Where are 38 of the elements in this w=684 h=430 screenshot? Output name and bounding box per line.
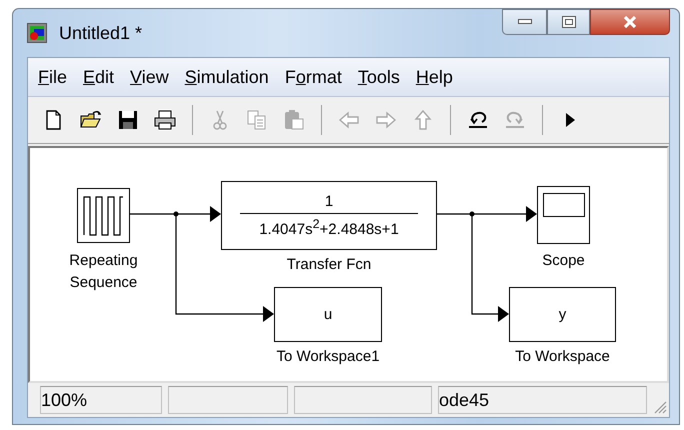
block-label: To Workspace: [515, 348, 610, 365]
block-label: Repeating Sequence: [68, 251, 139, 293]
branch-point: [174, 212, 178, 216]
branch-point: [470, 212, 474, 216]
variable-name: u: [324, 306, 332, 323]
maximize-button[interactable]: [547, 9, 590, 35]
clipboard-icon: [282, 108, 306, 132]
pulse-wave-icon: [83, 196, 124, 236]
block-label: Transfer Fcn: [286, 256, 372, 273]
numerator: 1: [324, 193, 334, 210]
window-title: Untitled1 *: [59, 22, 142, 44]
minimize-button[interactable]: [502, 9, 547, 35]
minimize-icon: [518, 19, 532, 25]
maximize-icon: [562, 16, 576, 28]
resize-grip-icon[interactable]: [653, 400, 667, 414]
to-workspace-block[interactable]: u: [274, 287, 382, 342]
scope-screen-icon: [542, 193, 584, 217]
zoom-level: 100%: [40, 386, 162, 414]
menu-item[interactable]: Edit: [77, 64, 120, 90]
scope-block[interactable]: [537, 186, 590, 244]
block-label: Scope: [542, 252, 585, 269]
close-icon: [622, 15, 638, 29]
variable-name: y: [558, 306, 566, 323]
close-button[interactable]: [590, 9, 670, 35]
to-workspace-block[interactable]: y: [509, 287, 616, 342]
block-label: To Workspace1: [276, 348, 380, 365]
menu-item[interactable]: Format: [278, 64, 348, 90]
printer-icon: [153, 108, 177, 132]
repeating-sequence-block[interactable]: [77, 188, 130, 243]
menu-item[interactable]: Simulation: [178, 64, 275, 90]
menu-item[interactable]: View: [124, 64, 175, 90]
denominator: 1.4047s$^{2}$+2.4848s+1: [259, 217, 399, 238]
solver-name: ode45: [438, 386, 647, 414]
transfer-function-block[interactable]: 1 1.4047s$^{2}$+2.4848s+1: [221, 181, 437, 250]
menu-item[interactable]: Help: [410, 64, 459, 90]
app-icon: [27, 23, 47, 43]
menu-item[interactable]: File: [32, 64, 74, 90]
menu-item[interactable]: Tools: [352, 64, 406, 90]
